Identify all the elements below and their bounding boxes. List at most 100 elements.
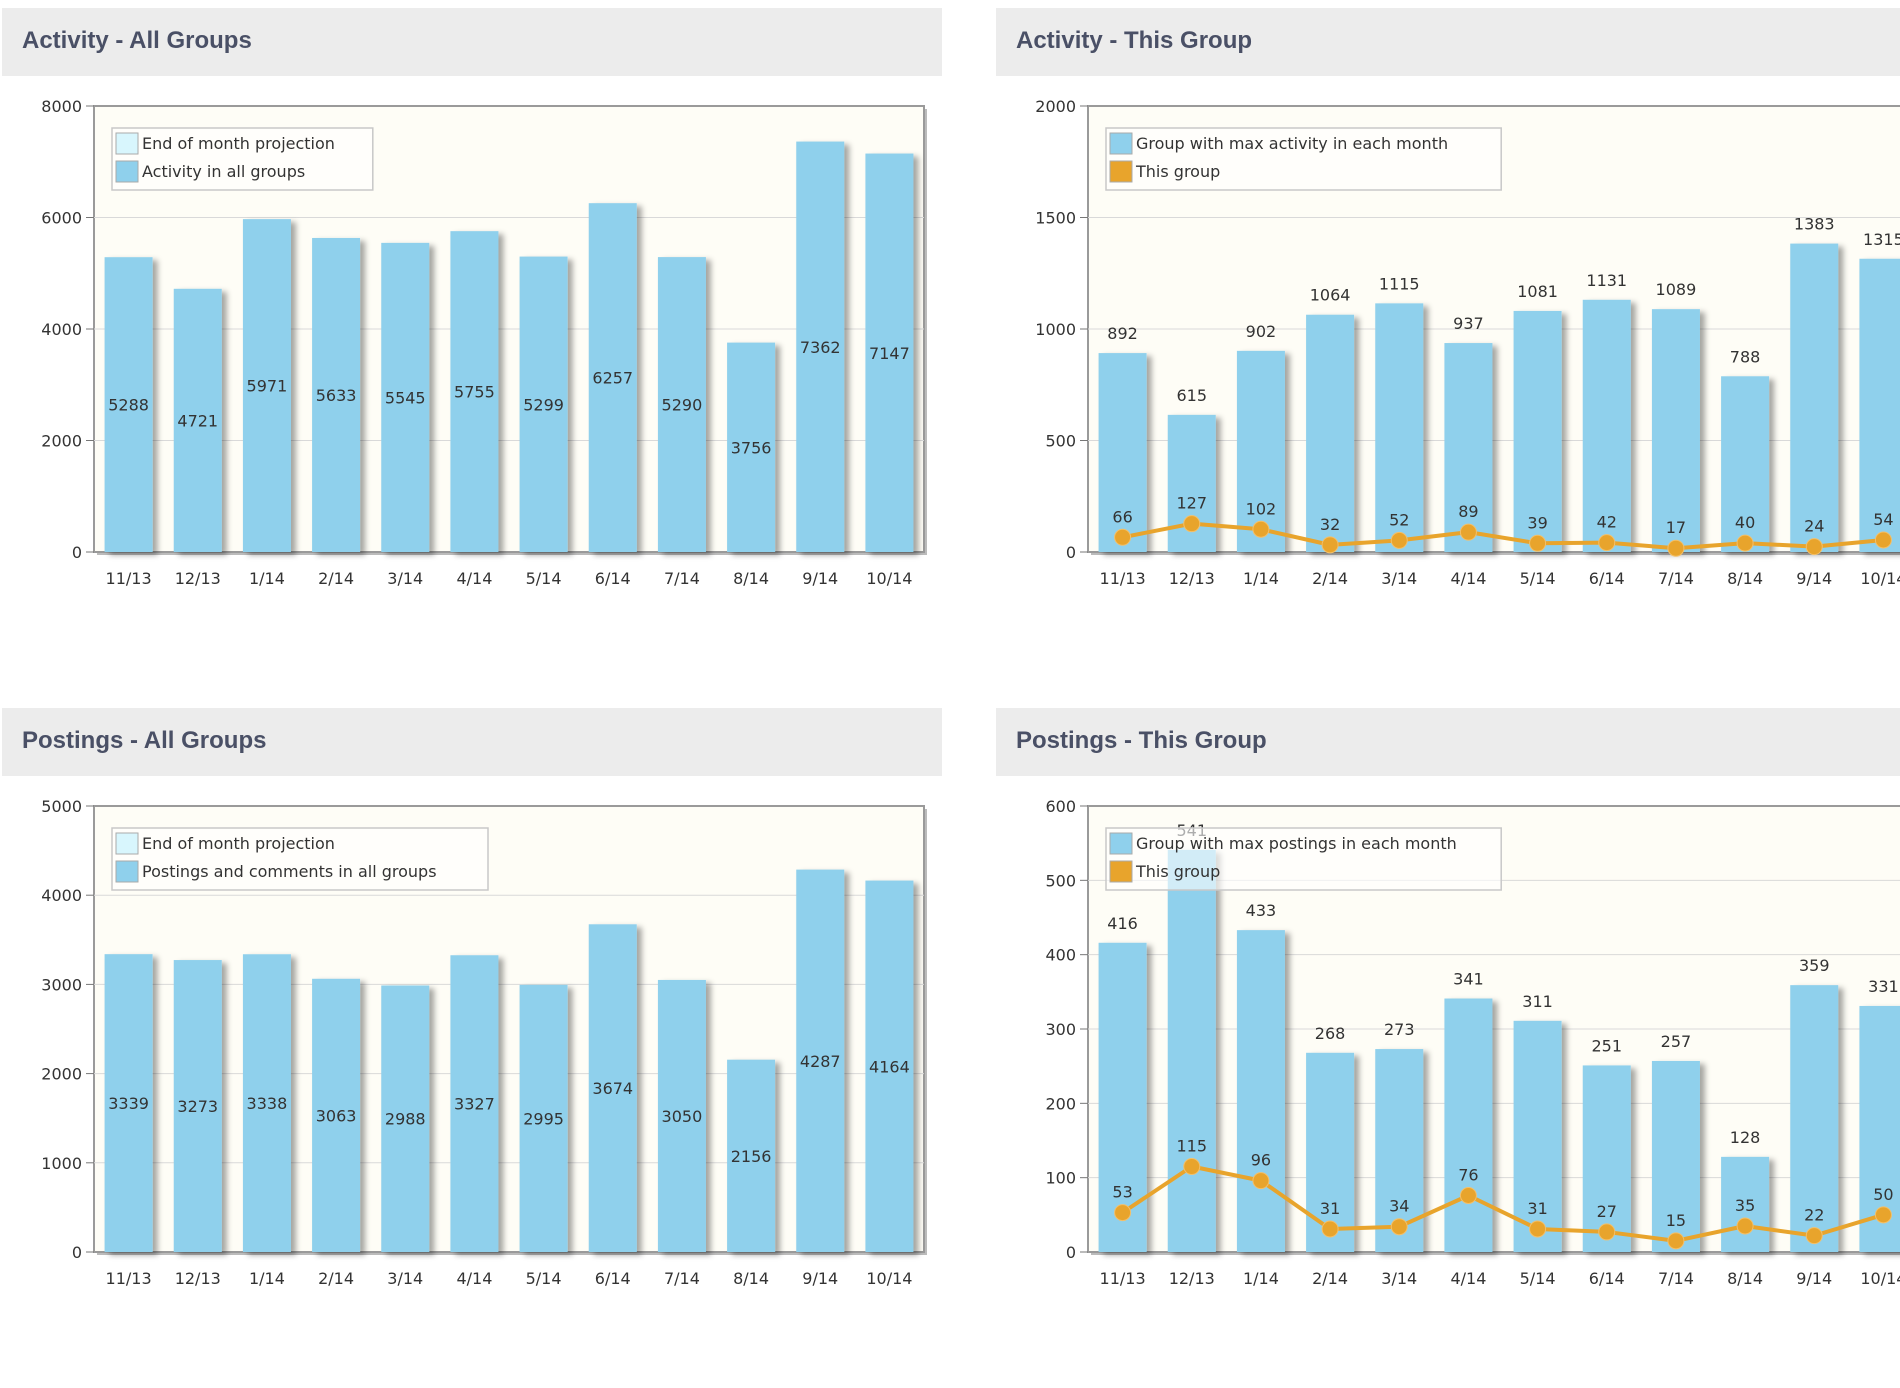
x-tick-label: 1/14 <box>249 569 285 588</box>
y-tick-label: 1000 <box>41 1154 82 1173</box>
x-tick-label: 3/14 <box>1381 1269 1417 1288</box>
x-tick-label: 11/13 <box>106 569 152 588</box>
line-value-label: 31 <box>1320 1199 1340 1218</box>
bar-value-label: 5545 <box>385 388 426 407</box>
line-point <box>1805 538 1823 556</box>
bar-value-label: 1383 <box>1794 215 1835 234</box>
bar-value-label: 1131 <box>1586 271 1627 290</box>
bar-value-label: 1081 <box>1517 282 1558 301</box>
bar-value-label: 251 <box>1591 1036 1622 1055</box>
panel-title: Postings - This Group <box>1016 727 1267 754</box>
line-value-label: 22 <box>1804 1206 1824 1225</box>
chart-panel-activity-all: Activity - All Groups 0 2000 4000 6000 8000 5… <box>2 8 946 688</box>
legend-swatch <box>115 832 139 855</box>
chart-panel-activity-this: Activity - This Group 0 500 1000 1500 2000 89… <box>996 8 1900 688</box>
bar-value-label: 341 <box>1453 970 1484 989</box>
bar <box>1790 243 1839 552</box>
line-point <box>1114 1204 1132 1222</box>
bar-value-label: 5288 <box>108 396 149 415</box>
panel-header: Activity - This Group <box>996 8 1900 76</box>
bar-value-label: 311 <box>1522 992 1553 1011</box>
y-tick-label: 5000 <box>41 797 82 816</box>
bar-value-label: 1315 <box>1863 230 1900 249</box>
legend-label: Group with max postings in each month <box>1136 834 1457 853</box>
x-tick-label: 10/14 <box>1860 569 1900 588</box>
bar-value-label: 5299 <box>523 395 564 414</box>
x-tick-label: 3/14 <box>387 1269 423 1288</box>
bar <box>1859 258 1900 552</box>
line-value-label: 52 <box>1389 510 1409 529</box>
legend-label: End of month projection <box>142 134 335 153</box>
chart-postings-all-groups: 0 1000 2000 3000 4000 5000 3339 3273 3338 3063 298… <box>41 797 927 1288</box>
bar <box>1444 998 1493 1252</box>
x-tick-label: 4/14 <box>1450 569 1486 588</box>
line-point <box>1183 1158 1201 1176</box>
bar-value-label: 892 <box>1107 324 1138 343</box>
line-value-label: 35 <box>1735 1196 1755 1215</box>
y-tick-label: 1000 <box>1035 320 1076 339</box>
legend: Group with max activity in each month Thi… <box>1105 127 1502 191</box>
y-tick-label: 2000 <box>41 1065 82 1084</box>
line-point <box>1667 1232 1685 1250</box>
legend: Group with max postings in each month Thi… <box>1105 827 1502 891</box>
legend-swatch <box>115 860 139 883</box>
line-point <box>1736 1217 1754 1235</box>
legend-label: This group <box>1135 862 1220 881</box>
bar-value-label: 433 <box>1246 901 1277 920</box>
chart-activity-this-group: 0 500 1000 1500 2000 892 615 902 1064 1115 937 1081… <box>1035 97 1900 588</box>
x-tick-label: 4/14 <box>456 1269 492 1288</box>
line-point <box>1667 539 1685 557</box>
x-tick-label: 4/14 <box>1450 1269 1486 1288</box>
bar-value-label: 3273 <box>177 1097 218 1116</box>
chart-activity-all-groups: 0 2000 4000 6000 8000 5288 4721 5971 5633 5545 575… <box>41 97 927 588</box>
x-tick-label: 9/14 <box>802 1269 838 1288</box>
line-point <box>1252 1172 1270 1190</box>
bar-value-label: 3338 <box>247 1094 288 1113</box>
bar-value-label: 128 <box>1730 1128 1761 1147</box>
y-tick-label: 0 <box>72 1243 82 1262</box>
y-tick-label: 400 <box>1045 946 1076 965</box>
y-tick-label: 3000 <box>41 975 82 994</box>
bar-value-label: 5971 <box>247 377 288 396</box>
line-point <box>1183 515 1201 533</box>
bar-value-label: 902 <box>1246 322 1277 341</box>
x-tick-label: 9/14 <box>802 569 838 588</box>
line-value-label: 39 <box>1527 513 1547 532</box>
bar-value-label: 3063 <box>316 1106 357 1125</box>
x-tick-label: 7/14 <box>664 569 700 588</box>
bar-value-label: 331 <box>1868 977 1899 996</box>
bar-value-label: 4164 <box>869 1057 910 1076</box>
x-tick-label: 11/13 <box>106 1269 152 1288</box>
line-point <box>1529 534 1547 552</box>
x-tick-label: 10/14 <box>866 569 912 588</box>
legend-label: Postings and comments in all groups <box>142 862 437 881</box>
bar-value-label: 2156 <box>731 1147 772 1166</box>
x-tick-label: 1/14 <box>249 1269 285 1288</box>
line-point <box>1390 531 1408 549</box>
y-tick-label: 1500 <box>1035 209 1076 228</box>
line-value-label: 32 <box>1320 515 1340 534</box>
y-tick-label: 500 <box>1045 432 1076 451</box>
panel-header: Postings - This Group <box>996 708 1900 776</box>
line-value-label: 27 <box>1597 1202 1617 1221</box>
line-value-label: 102 <box>1246 499 1277 518</box>
legend-swatch <box>1109 860 1133 883</box>
bar-value-label: 4721 <box>177 411 218 430</box>
chart-postings-this-group: 0100200300400500600416541433268273341311… <box>1045 797 1900 1288</box>
bar-value-label: 268 <box>1315 1024 1346 1043</box>
bar-value-label: 2988 <box>385 1110 426 1129</box>
bar <box>1651 309 1700 552</box>
line-value-label: 31 <box>1527 1199 1547 1218</box>
x-tick-label: 10/14 <box>1860 1269 1900 1288</box>
legend-label: This group <box>1135 162 1220 181</box>
y-tick-label: 0 <box>72 543 82 562</box>
line-point <box>1529 1220 1547 1238</box>
bar <box>1236 930 1285 1252</box>
x-tick-label: 2/14 <box>318 1269 354 1288</box>
y-tick-label: 0 <box>1066 1243 1076 1262</box>
y-tick-label: 2000 <box>41 432 82 451</box>
bar-value-label: 7147 <box>869 344 910 363</box>
bar-value-label: 1089 <box>1656 280 1697 299</box>
x-tick-label: 8/14 <box>733 569 769 588</box>
bar-value-label: 273 <box>1384 1020 1415 1039</box>
